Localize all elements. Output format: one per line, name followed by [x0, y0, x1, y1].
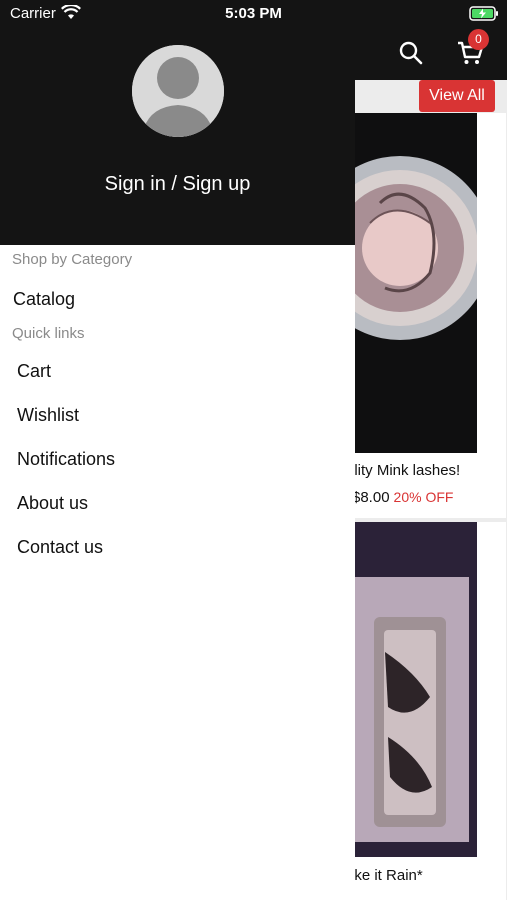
side-drawer: Sign in / Sign up Shop by Category Catal… [0, 0, 355, 900]
menu-item-about-us[interactable]: About us [17, 493, 88, 514]
menu-item-wishlist[interactable]: Wishlist [17, 405, 79, 426]
discount-label: 20% OFF [393, 489, 454, 505]
product-price: $8.00 [352, 489, 390, 506]
product-image [340, 113, 477, 453]
menu-item-notifications[interactable]: Notifications [17, 449, 115, 470]
shop-by-category-label: Shop by Category [12, 251, 133, 268]
status-time: 5:03 PM [225, 5, 282, 22]
cart-count-badge: 0 [468, 29, 489, 50]
product-title: ake it Rain* [346, 867, 423, 884]
user-placeholder-icon [132, 45, 224, 137]
product-price-row: $8.00 20% OFF [352, 489, 453, 506]
product-image [340, 522, 477, 857]
search-icon[interactable] [398, 40, 424, 66]
product-title: ality Mink lashes! [346, 462, 461, 479]
product-card[interactable]: ality Mink lashes! $8.00 20% OFF [340, 113, 506, 518]
avatar[interactable] [132, 45, 224, 137]
sign-in-link[interactable]: Sign in / Sign up [0, 173, 355, 196]
menu-item-cart[interactable]: Cart [17, 361, 51, 382]
battery-charging-icon [469, 6, 498, 21]
drawer-header: Sign in / Sign up [0, 0, 355, 245]
view-all-button[interactable]: View All [419, 80, 495, 112]
product-card[interactable]: ake it Rain* [340, 522, 506, 900]
status-bar: Carrier 5:03 PM [0, 0, 507, 27]
menu-item-contact-us[interactable]: Contact us [17, 537, 103, 558]
quick-links-label: Quick links [12, 325, 85, 342]
menu-item-catalog[interactable]: Catalog [13, 289, 75, 310]
